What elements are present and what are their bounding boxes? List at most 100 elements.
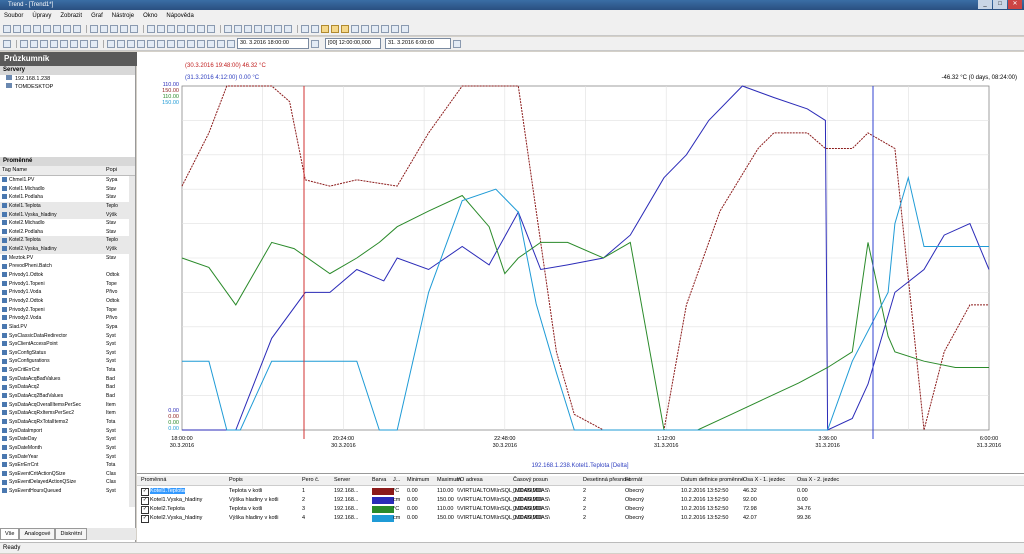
pen-color-swatch[interactable]: [372, 515, 394, 522]
variable-row[interactable]: SysEventDelayedActionQSize Clas: [0, 478, 135, 487]
toolbar-button-icon[interactable]: [63, 24, 71, 33]
variable-row[interactable]: Kotel2.Vyska_hladiny Výšk: [0, 245, 135, 254]
variable-row[interactable]: SysDateMonth Syst: [0, 444, 135, 453]
variable-row[interactable]: Kotel1.Michadlo Stav: [0, 185, 135, 194]
variable-row[interactable]: SysEventHoursQueued Syst: [0, 487, 135, 496]
toolbar-button-icon[interactable]: [80, 39, 88, 48]
start-date-input[interactable]: 30. 3.2016 18:00:00: [237, 38, 309, 49]
toolbar-button-icon[interactable]: [127, 39, 135, 48]
variable-row[interactable]: SysEventCritActionQSize Clas: [0, 470, 135, 479]
toolbar-button-icon[interactable]: [391, 24, 399, 33]
toolbar-button-icon[interactable]: [167, 24, 175, 33]
toolbar-button-icon[interactable]: [20, 39, 28, 48]
variable-row[interactable]: Meztok.PV Stav: [0, 254, 135, 263]
menu-item-1[interactable]: Úpravy: [32, 13, 51, 19]
variable-row[interactable]: Privody1.Voda Přivo: [0, 288, 135, 297]
variable-row[interactable]: SysClassicDataRedirector Syst: [0, 332, 135, 341]
toolbar-button-icon[interactable]: [331, 24, 339, 33]
pens-table-row[interactable]: ✓ Kotel1.Vyska_hladiny Výška hladiny v kot…: [137, 496, 1024, 505]
toolbar-button-icon[interactable]: [274, 24, 282, 33]
pens-column-header[interactable]: Desetinná přesnost: [583, 477, 630, 483]
pens-column-header[interactable]: Popis: [229, 477, 243, 483]
pen-color-swatch[interactable]: [372, 488, 394, 495]
toolbar-button-icon[interactable]: [3, 24, 11, 33]
toolbar-button-icon[interactable]: [197, 24, 205, 33]
variable-row[interactable]: SysConfigStatus Syst: [0, 349, 135, 358]
toolbar-button-icon[interactable]: [321, 24, 329, 33]
pen-visible-checkbox[interactable]: ✓: [141, 506, 149, 514]
toolbar-button-icon[interactable]: [197, 39, 205, 48]
toolbar-button-icon[interactable]: [3, 39, 11, 48]
maximize-icon[interactable]: □: [993, 0, 1007, 9]
toolbar-button-icon[interactable]: [50, 39, 58, 48]
toolbar-button-icon[interactable]: [23, 24, 31, 33]
toolbar-button-icon[interactable]: [30, 39, 38, 48]
variable-row[interactable]: Slad.PV Sypa: [0, 323, 135, 332]
toolbar-button-icon[interactable]: [33, 24, 41, 33]
pen-visible-checkbox[interactable]: ✓: [141, 515, 149, 523]
toolbar-button-icon[interactable]: [234, 24, 242, 33]
variable-row[interactable]: Kotel2.Podlaha Stav: [0, 228, 135, 237]
toolbar-button-icon[interactable]: [90, 24, 98, 33]
pen-color-swatch[interactable]: [372, 506, 394, 513]
toolbar-button-icon[interactable]: [177, 39, 185, 48]
toolbar-button-icon[interactable]: [70, 39, 78, 48]
pens-column-header[interactable]: Osa X - 1. jezdec: [743, 477, 785, 483]
toolbar-button-icon[interactable]: [311, 24, 319, 33]
toolbar-button-icon[interactable]: [284, 24, 292, 33]
toolbar-button-icon[interactable]: [217, 39, 225, 48]
explorer-tab[interactable]: Analogové: [19, 528, 56, 540]
toolbar-button-icon[interactable]: [147, 24, 155, 33]
pens-table-row[interactable]: ✓ Kotel2.Teplota Teplota v kotli 3 192.168..…: [137, 505, 1024, 514]
variable-row[interactable]: SysDataImport Syst: [0, 427, 135, 436]
end-date-input[interactable]: 31. 3.2016 6:00:00: [385, 38, 451, 49]
variable-row[interactable]: Kotel2.Teplota Teplo: [0, 236, 135, 246]
minimize-icon[interactable]: _: [978, 0, 992, 9]
toolbar-button-icon[interactable]: [100, 24, 108, 33]
variable-row[interactable]: Kotel1.Podlaha Stav: [0, 193, 135, 202]
toolbar-button-icon[interactable]: [207, 24, 215, 33]
toolbar-button-icon[interactable]: [227, 39, 235, 48]
server-node[interactable]: TOMDESKTOP: [0, 83, 135, 91]
menu-item-4[interactable]: Nástroje: [112, 13, 134, 19]
toolbar-button-icon[interactable]: [107, 39, 115, 48]
toolbar-button-icon[interactable]: [371, 24, 379, 33]
pen-visible-checkbox[interactable]: ✓: [141, 488, 149, 496]
trend-chart[interactable]: (30.3.2016 19:48:00) 46.32 °C (31.3.2016…: [137, 52, 1024, 472]
variable-row[interactable]: SysDateDay Syst: [0, 435, 135, 444]
pens-column-header[interactable]: Datum definice proměnné: [681, 477, 744, 483]
toolbar-button-icon[interactable]: [137, 39, 145, 48]
toolbar-button-icon[interactable]: [207, 39, 215, 48]
toolbar-button-icon[interactable]: [147, 39, 155, 48]
toolbar-button-icon[interactable]: [381, 24, 389, 33]
variable-row[interactable]: SysConfigurations Syst: [0, 357, 135, 366]
menu-item-0[interactable]: Soubor: [4, 13, 23, 19]
pens-column-header[interactable]: Barva: [372, 477, 386, 483]
toolbar-button-icon[interactable]: [187, 24, 195, 33]
toolbar-button-icon[interactable]: [40, 39, 48, 48]
pen-color-swatch[interactable]: [372, 497, 394, 504]
variable-row[interactable]: SysDataAcq2BadValues Bad: [0, 392, 135, 401]
menu-item-6[interactable]: Nápověda: [166, 13, 193, 19]
variable-row[interactable]: SysDataAcqOverallItemsPerSec Item: [0, 401, 135, 410]
toolbar-button-icon[interactable]: [187, 39, 195, 48]
server-node[interactable]: 192.168.1.238: [0, 75, 135, 83]
toolbar-button-icon[interactable]: [401, 24, 409, 33]
variable-row[interactable]: SysClientAccessPoint Syst: [0, 340, 135, 349]
pen-visible-checkbox[interactable]: ✓: [141, 497, 149, 505]
menu-item-3[interactable]: Graf: [91, 13, 103, 19]
close-icon[interactable]: ✕: [1008, 0, 1022, 9]
toolbar-button-icon[interactable]: [244, 24, 252, 33]
pens-column-header[interactable]: Časový posun: [513, 477, 548, 483]
toolbar-button-icon[interactable]: [341, 24, 349, 33]
explorer-tab[interactable]: Diskrétní: [55, 528, 88, 540]
toolbar-button-icon[interactable]: [167, 39, 175, 48]
toolbar-button-icon[interactable]: [73, 24, 81, 33]
interval-select[interactable]: [00] 12:00:00,000: [325, 38, 381, 49]
column-tag-name[interactable]: Tag Name: [0, 166, 106, 175]
toolbar-button-icon[interactable]: [177, 24, 185, 33]
pens-table-row[interactable]: ✓ Kotel1.Teplota Teplota v kotli 1 192.168..…: [137, 487, 1024, 496]
variable-row[interactable]: Privody1.Topeni Tope: [0, 280, 135, 289]
variable-row[interactable]: Privody2.Odtok Odtok: [0, 297, 135, 306]
pens-column-header[interactable]: Minimum: [407, 477, 429, 483]
